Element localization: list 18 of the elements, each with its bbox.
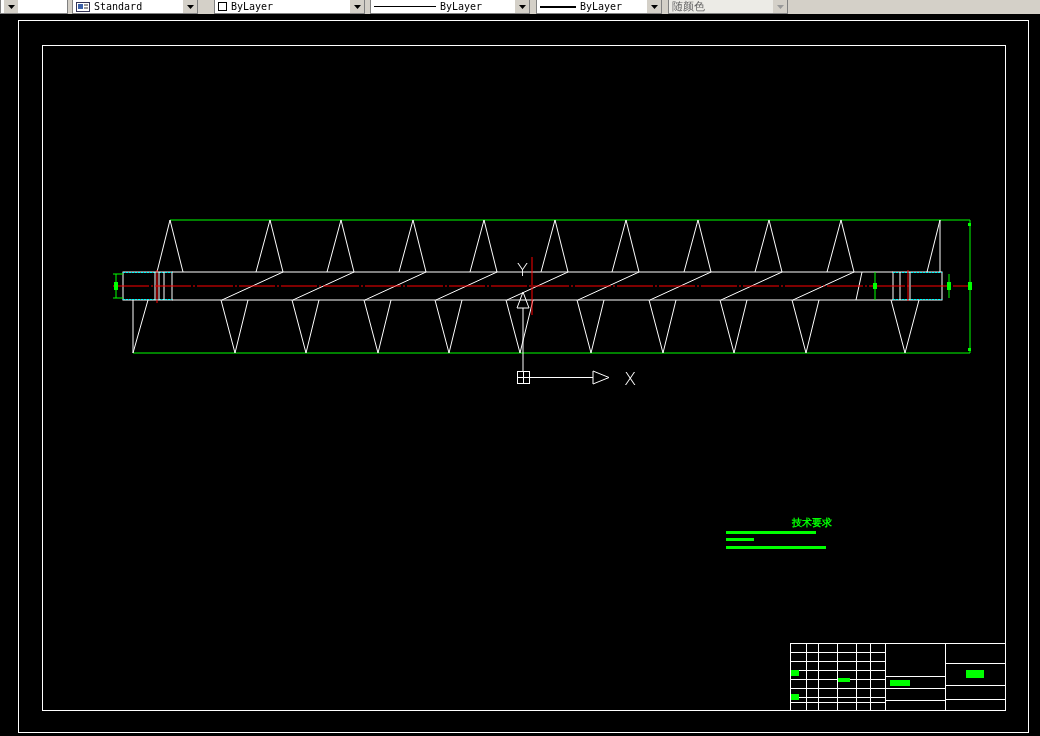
dropdown-value: Standard (94, 0, 144, 13)
color-swatch-icon (218, 2, 227, 11)
dropdown[interactable]: ByLayer (370, 0, 530, 14)
ucs-axis-icon (516, 291, 610, 385)
line-sample-icon (540, 5, 576, 8)
notes-title: 技术要求 (792, 517, 832, 528)
dropdown-value: ByLayer (231, 0, 275, 13)
dropdown[interactable]: Standard (72, 0, 198, 14)
dropdown-value: 随颜色 (672, 0, 706, 13)
axis-label: X (624, 368, 637, 389)
dropdown[interactable] (0, 0, 68, 14)
dropdown[interactable]: ByLayer (536, 0, 662, 14)
text-style-icon (76, 1, 90, 12)
axis-label: Y (517, 259, 528, 280)
line-sample-icon (374, 6, 436, 7)
dropdown[interactable]: ByLayer (214, 0, 365, 14)
dropdown-value: ByLayer (440, 0, 484, 13)
dropdown-value: ByLayer (580, 0, 624, 13)
